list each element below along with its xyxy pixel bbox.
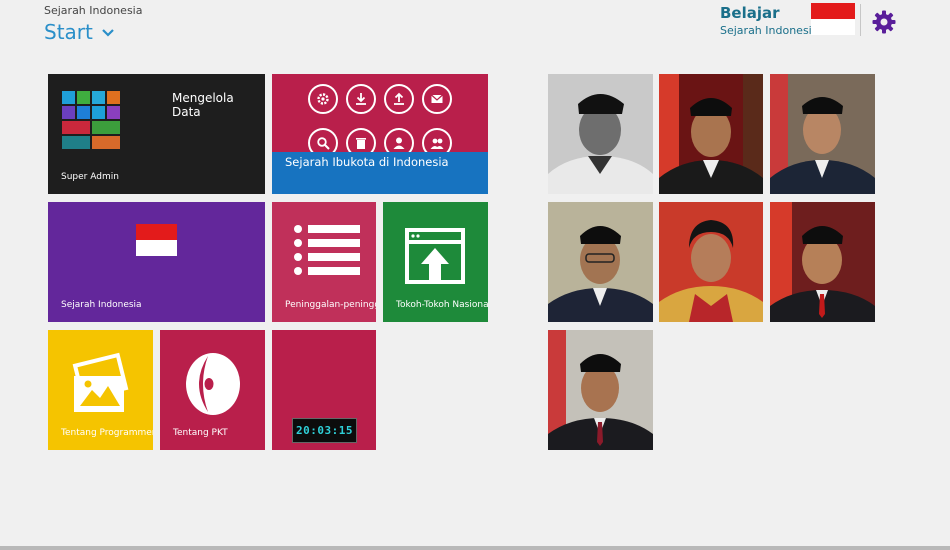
admin-tile-title: Mengelola Data [172, 91, 234, 119]
portrait-image [659, 202, 763, 322]
indonesia-flag-icon [136, 224, 177, 256]
portrait-image [770, 74, 875, 194]
president-portrait-4[interactable] [548, 202, 653, 322]
chevron-down-icon [102, 29, 114, 37]
mail-icon [77, 91, 90, 104]
tile-clock[interactable]: 20:03:15 [272, 330, 376, 450]
window-upload-icon [405, 228, 465, 284]
ibukota-tile-label: Sejarah Ibukota di Indonesia [285, 155, 449, 169]
start-screen: Sejarah Indonesia Start Belajar Sejarah … [0, 0, 950, 550]
upload-icon [384, 84, 414, 114]
start-label: Start [44, 20, 93, 44]
user-name: Belajar [720, 4, 780, 22]
list-icon [294, 225, 360, 275]
photos-icon [72, 352, 129, 412]
programmer-tile-label: Tentang Programmer [61, 428, 153, 438]
digital-clock: 20:03:15 [292, 418, 357, 443]
messaging-icon [92, 136, 120, 149]
settings-icon [308, 84, 338, 114]
settings-gear-icon[interactable] [872, 10, 896, 34]
music-icon [62, 136, 90, 149]
sejarah-tile-label: Sejarah Indonesia [61, 300, 142, 310]
explorer-icon [92, 106, 105, 119]
user-subtitle: Sejarah Indonesia [720, 24, 819, 37]
tile-tentang-programmer[interactable]: Tentang Programmer [48, 330, 153, 450]
pkt-tile-label: Tentang PKT [173, 428, 228, 438]
tile-peninggalan[interactable]: Peninggalan-peninggalan [272, 202, 376, 322]
app-subtitle: Sejarah Indonesia [44, 4, 143, 17]
header-divider [860, 4, 861, 36]
president-portrait-7[interactable] [548, 330, 653, 450]
indonesia-flag-avatar [811, 3, 855, 35]
mail-icon [422, 84, 452, 114]
tile-sejarah-indonesia[interactable]: Sejarah Indonesia [48, 202, 265, 322]
user-info[interactable]: Belajar Sejarah Indonesia [720, 4, 818, 37]
tokoh-tile-label: Tokoh-Tokoh Nasional [396, 300, 488, 310]
calendar-icon [62, 106, 75, 119]
tile-mengelola-data[interactable]: Mengelola Data Super Admin [48, 74, 265, 194]
photos-icon [92, 91, 105, 104]
tile-sejarah-ibukota[interactable]: Sejarah Ibukota di Indonesia [272, 74, 488, 194]
download-icon [346, 84, 376, 114]
portrait-image [770, 202, 875, 322]
tile-tentang-pkt[interactable]: Tentang PKT [160, 330, 265, 450]
tile-tokoh-nasional[interactable]: Tokoh-Tokoh Nasional [383, 202, 488, 322]
people-icon [107, 91, 120, 104]
start-menu-button[interactable]: Start [44, 20, 115, 44]
ibukota-tile-band: Sejarah Ibukota di Indonesia [272, 152, 488, 194]
portrait-image [659, 74, 763, 194]
portrait-image [548, 74, 653, 194]
video-icon [62, 121, 90, 134]
peninggalan-tile-label: Peninggalan-peninggalan [285, 300, 376, 310]
president-portrait-2[interactable] [659, 74, 764, 194]
president-portrait-3[interactable] [770, 74, 875, 194]
president-portrait-5[interactable] [659, 202, 764, 322]
xbox-icon [92, 121, 120, 134]
portrait-image [548, 202, 653, 322]
logo-icon [186, 353, 240, 415]
president-portrait-1[interactable] [548, 74, 653, 194]
bottom-border [0, 546, 950, 550]
portrait-image [548, 330, 653, 450]
browser-icon [77, 106, 90, 119]
maps-icon [107, 106, 120, 119]
admin-tile-label: Super Admin [61, 172, 119, 182]
president-portrait-6[interactable] [770, 202, 875, 322]
store-icon [62, 91, 75, 104]
